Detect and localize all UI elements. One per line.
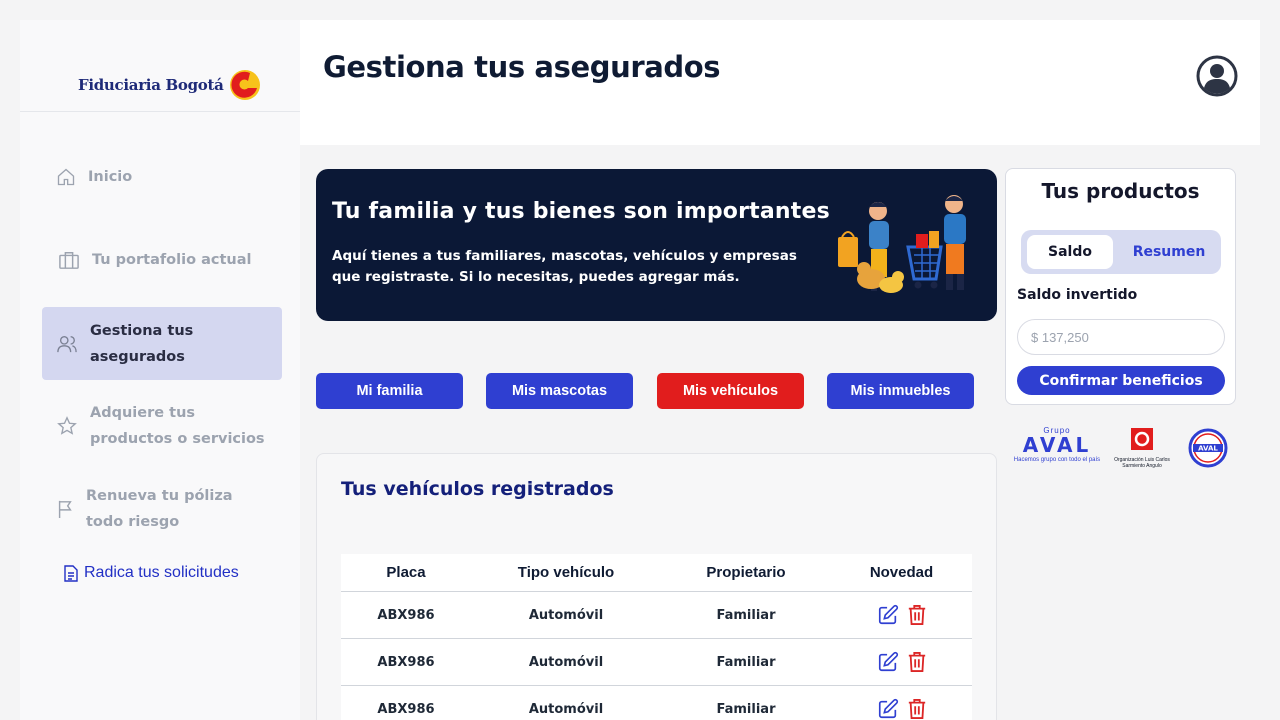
hero-banner: Tu familia y tus bienes son importantes … — [316, 169, 997, 321]
aval-wordmark: AVAL — [1022, 433, 1092, 457]
sidebar-divider — [20, 111, 340, 112]
cell-novedad — [831, 651, 972, 673]
briefcase-icon — [59, 252, 79, 269]
table-row: ABX986 Automóvil Familiar — [341, 639, 972, 686]
olcsa-text: Organización Luis Carlos Sarmiento Angul… — [1114, 457, 1170, 469]
cell-propietario: Familiar — [716, 607, 776, 623]
products-tab-switch: Saldo Resumen — [1021, 230, 1221, 274]
trash-icon[interactable] — [907, 698, 927, 720]
sidebar-item-adquiere[interactable]: Adquiere tus productos o servicios — [56, 400, 296, 452]
sidebar-item-portafolio[interactable]: Tu portafolio actual — [58, 247, 298, 273]
products-title: Tus productos — [1041, 179, 1200, 203]
tab-saldo[interactable]: Saldo — [1027, 235, 1113, 269]
cell-placa: ABX986 — [377, 607, 435, 623]
saldo-input[interactable] — [1017, 319, 1225, 355]
category-mi-familia-button[interactable]: Mi familia — [316, 373, 463, 409]
table-row: ABX986 Automóvil Familiar — [341, 592, 972, 639]
cell-propietario: Familiar — [716, 701, 776, 717]
user-avatar-icon[interactable] — [1196, 55, 1238, 97]
vehicles-card: Tus vehículos registrados Placa Tipo veh… — [316, 453, 997, 720]
banner-title: Tu familia y tus bienes son importantes — [332, 199, 830, 224]
sidebar-item-label: Tu portafolio actual — [92, 252, 252, 268]
edit-icon[interactable] — [877, 604, 899, 626]
banner-text: Aquí tienes a tus familiares, mascotas, … — [332, 248, 797, 285]
olcsa-logo: Organización Luis Carlos Sarmiento Angul… — [1112, 428, 1172, 469]
vehicles-table: Placa Tipo vehículo Propietario Novedad … — [341, 554, 972, 720]
family-shopping-illustration — [838, 195, 966, 293]
category-mis-mascotas-button[interactable]: Mis mascotas — [486, 373, 633, 409]
sidebar-item-label: Inicio — [88, 169, 133, 185]
edit-icon[interactable] — [877, 698, 899, 720]
radica-solicitudes-label: Radica tus solicitudes — [84, 564, 239, 581]
table-row: ABX986 Automóvil Familiar — [341, 686, 972, 720]
column-header-novedad: Novedad — [869, 564, 934, 581]
cell-tipo: Automóvil — [528, 654, 604, 670]
star-icon — [57, 416, 77, 435]
cell-novedad — [831, 604, 972, 626]
saldo-invertido-label: Saldo invertido — [1017, 287, 1138, 303]
trash-icon[interactable] — [907, 651, 927, 673]
sidebar-item-label: Renueva tu póliza todo riesgo — [86, 488, 233, 530]
products-panel: Tus productos Saldo Resumen Saldo invert… — [1005, 168, 1236, 405]
radica-solicitudes-link[interactable]: Radica tus solicitudes — [64, 564, 239, 582]
category-mis-inmuebles-button[interactable]: Mis inmuebles — [827, 373, 974, 409]
sidebar-item-renueva[interactable]: Renueva tu póliza todo riesgo — [56, 483, 296, 535]
olcsa-mark-icon — [1131, 428, 1153, 450]
seal-text: AVAL — [1198, 445, 1218, 453]
cell-tipo: Automóvil — [528, 701, 604, 717]
edit-icon[interactable] — [877, 651, 899, 673]
flag-icon — [58, 500, 72, 518]
cell-novedad — [831, 698, 972, 720]
users-icon — [57, 335, 77, 352]
brand-name: Fiduciaria Bogotá — [78, 76, 224, 94]
grupo-aval-logo: Grupo AVAL Hacemos grupo con todo el paí… — [1012, 426, 1102, 463]
confirmar-beneficios-button[interactable]: Confirmar beneficios — [1017, 366, 1225, 395]
vehicles-title: Tus vehículos registrados — [341, 478, 614, 500]
trash-icon[interactable] — [907, 604, 927, 626]
aval-tagline: Hacemos grupo con todo el país — [1013, 457, 1101, 463]
page-title: Gestiona tus asegurados — [323, 50, 721, 84]
sidebar-item-asegurados[interactable]: Gestiona tus asegurados — [42, 307, 282, 380]
aval-seal-icon: AVAL — [1188, 428, 1228, 468]
category-mis-vehiculos-button[interactable]: Mis vehículos — [657, 373, 804, 409]
column-header-tipo: Tipo vehículo — [517, 564, 615, 581]
sidebar-item-label: Adquiere tus productos o servicios — [90, 405, 265, 447]
document-icon — [64, 564, 78, 582]
cell-placa: ABX986 — [377, 701, 435, 717]
page-header: Gestiona tus asegurados — [300, 20, 1260, 145]
tab-resumen[interactable]: Resumen — [1121, 235, 1217, 269]
partner-logos: Grupo AVAL Hacemos grupo con todo el paí… — [1012, 426, 1232, 472]
table-header-row: Placa Tipo vehículo Propietario Novedad — [341, 554, 972, 592]
cell-placa: ABX986 — [377, 654, 435, 670]
sidebar-item-label: Gestiona tus asegurados — [90, 322, 194, 365]
brand-logo-icon — [229, 70, 260, 100]
cell-tipo: Automóvil — [528, 607, 604, 623]
brand-logo[interactable]: Fiduciaria Bogotá — [78, 68, 262, 102]
column-header-propietario: Propietario — [706, 564, 786, 581]
sidebar-item-inicio[interactable]: Inicio — [56, 164, 296, 190]
column-header-placa: Placa — [386, 564, 426, 581]
cell-propietario: Familiar — [716, 654, 776, 670]
home-icon — [57, 168, 75, 186]
